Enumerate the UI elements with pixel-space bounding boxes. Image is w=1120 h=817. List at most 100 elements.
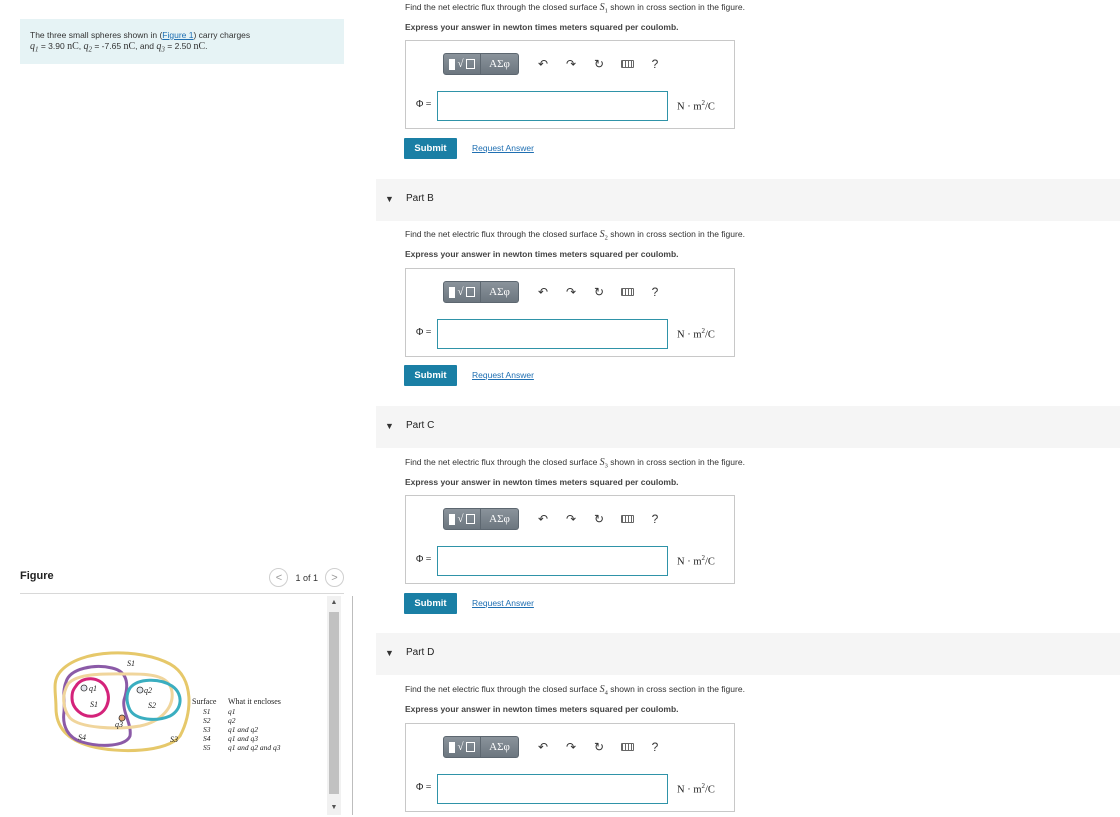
part-d-question: Find the net electric flux through the c… xyxy=(405,684,745,697)
part-b-submit-button[interactable]: Submit xyxy=(404,365,457,386)
greek-symbols-button[interactable]: ΑΣφ xyxy=(481,508,519,530)
figure-link[interactable]: Figure 1 xyxy=(162,30,193,40)
unit-label: N · m2/C xyxy=(677,554,715,568)
phi-label: Φ = xyxy=(416,99,432,110)
problem-line-1: The three small spheres shown in (Figure… xyxy=(30,30,251,40)
keyboard-icon[interactable] xyxy=(613,281,641,303)
part-a-request-answer-link[interactable]: Request Answer xyxy=(472,143,534,153)
part-b-request-answer-link[interactable]: Request Answer xyxy=(472,370,534,380)
unit-label: N · m2/C xyxy=(677,782,715,796)
part-c-submit-button[interactable]: Submit xyxy=(404,593,457,614)
next-figure-button[interactable]: > xyxy=(325,568,344,587)
part-d-answer-box: √ ΑΣφ ↶ ↷ ↻ ? Φ = N · m2/C xyxy=(405,723,735,812)
part-a-submit-button[interactable]: Submit xyxy=(404,138,457,159)
square-icon xyxy=(465,514,475,524)
table-row-encloses: q1 xyxy=(228,707,236,716)
redo-icon[interactable]: ↷ xyxy=(557,736,585,758)
redo-icon[interactable]: ↷ xyxy=(557,508,585,530)
label-s1: S1 xyxy=(90,700,98,709)
part-c-answer-input[interactable] xyxy=(437,546,668,576)
redo-icon[interactable]: ↷ xyxy=(557,53,585,75)
part-c-header[interactable]: ▼ Part C xyxy=(376,406,1120,448)
keyboard-icon[interactable] xyxy=(613,508,641,530)
help-icon[interactable]: ? xyxy=(641,281,669,303)
charge-q2 xyxy=(136,686,144,694)
part-b-question: Find the net electric flux through the c… xyxy=(405,229,745,242)
keyboard-icon[interactable] xyxy=(613,736,641,758)
part-c-question: Find the net electric flux through the c… xyxy=(405,457,745,470)
label-s2: S2 xyxy=(148,701,156,710)
part-c-instructions: Express your answer in newton times mete… xyxy=(405,477,679,487)
table-row-surface: S1 xyxy=(203,707,211,716)
keyboard-icon[interactable] xyxy=(613,53,641,75)
part-a-instructions: Express your answer in newton times mete… xyxy=(405,22,679,32)
figure-scrollbar[interactable]: ▲ ▼ xyxy=(327,596,341,815)
math-toolbar: √ ΑΣφ ↶ ↷ ↻ ? xyxy=(443,281,669,303)
table-row-surface: S2 xyxy=(203,716,211,725)
part-c-title: Part C xyxy=(406,420,435,431)
gauss-surfaces-diagram: q1 q2 q3 S1 S1 S2 S3 S4 Surface What it … xyxy=(53,651,281,753)
prev-figure-button[interactable]: < xyxy=(269,568,289,587)
square-icon xyxy=(465,287,475,297)
greek-symbols-button[interactable]: ΑΣφ xyxy=(481,281,519,303)
label-s1-top: S1 xyxy=(127,659,135,668)
collapse-caret-icon[interactable]: ▼ xyxy=(385,421,394,431)
table-header-surface: Surface xyxy=(192,697,217,706)
scroll-thumb[interactable] xyxy=(329,612,339,794)
table-row-surface: S5 xyxy=(203,743,211,752)
part-d-header[interactable]: ▼ Part D xyxy=(376,633,1120,675)
scroll-up-arrow-icon[interactable]: ▲ xyxy=(327,596,341,610)
templates-button[interactable]: √ xyxy=(443,736,481,758)
label-q3: q3 xyxy=(115,720,123,729)
reset-icon[interactable]: ↻ xyxy=(585,736,613,758)
templates-button[interactable]: √ xyxy=(443,508,481,530)
part-a-question: Find the net electric flux through the c… xyxy=(405,2,745,15)
redo-icon[interactable]: ↷ xyxy=(557,281,585,303)
collapse-caret-icon[interactable]: ▼ xyxy=(385,194,394,204)
templates-button[interactable]: √ xyxy=(443,53,481,75)
block-icon xyxy=(449,741,456,753)
part-a-answer-input[interactable] xyxy=(437,91,668,121)
part-c-request-answer-link[interactable]: Request Answer xyxy=(472,598,534,608)
part-d-instructions: Express your answer in newton times mete… xyxy=(405,704,679,714)
table-row-surface: S3 xyxy=(203,725,211,734)
phi-label: Φ = xyxy=(416,782,432,793)
phi-label: Φ = xyxy=(416,554,432,565)
unit-label: N · m2/C xyxy=(677,327,715,341)
reset-icon[interactable]: ↻ xyxy=(585,53,613,75)
part-b-header[interactable]: ▼ Part B xyxy=(376,179,1120,221)
math-toolbar: √ ΑΣφ ↶ ↷ ↻ ? xyxy=(443,508,669,530)
undo-icon[interactable]: ↶ xyxy=(529,53,557,75)
figure-page-count: 1 of 1 xyxy=(295,572,318,583)
part-c-answer-box: √ ΑΣφ ↶ ↷ ↻ ? Φ = N · m2/C xyxy=(405,495,735,584)
block-icon xyxy=(449,58,456,70)
reset-icon[interactable]: ↻ xyxy=(585,508,613,530)
help-icon[interactable]: ? xyxy=(641,53,669,75)
reset-icon[interactable]: ↻ xyxy=(585,281,613,303)
collapse-caret-icon[interactable]: ▼ xyxy=(385,648,394,658)
square-icon xyxy=(465,742,475,752)
label-q1: q1 xyxy=(89,684,97,693)
help-icon[interactable]: ? xyxy=(641,508,669,530)
part-b-answer-input[interactable] xyxy=(437,319,668,349)
problem-line-2: q1 = 3.90 nC, q2 = -7.65 nC, and q3 = 2.… xyxy=(30,41,208,54)
undo-icon[interactable]: ↶ xyxy=(529,736,557,758)
table-header-encloses: What it encloses xyxy=(228,697,281,706)
math-toolbar: √ ΑΣφ ↶ ↷ ↻ ? xyxy=(443,736,669,758)
undo-icon[interactable]: ↶ xyxy=(529,281,557,303)
part-d-title: Part D xyxy=(406,647,435,658)
label-q2: q2 xyxy=(144,686,152,695)
scroll-down-arrow-icon[interactable]: ▼ xyxy=(327,801,341,815)
table-row-encloses: q1 and q3 xyxy=(228,734,258,743)
greek-symbols-button[interactable]: ΑΣφ xyxy=(481,53,519,75)
undo-icon[interactable]: ↶ xyxy=(529,508,557,530)
label-s4: S4 xyxy=(78,733,86,742)
part-d-answer-input[interactable] xyxy=(437,774,668,804)
greek-symbols-button[interactable]: ΑΣφ xyxy=(481,736,519,758)
part-b-instructions: Express your answer in newton times mete… xyxy=(405,249,679,259)
templates-button[interactable]: √ xyxy=(443,281,481,303)
figure-image: q1 q2 q3 S1 S1 S2 S3 S4 Surface What it … xyxy=(20,596,326,815)
help-icon[interactable]: ? xyxy=(641,736,669,758)
block-icon xyxy=(449,286,456,298)
figure-title: Figure xyxy=(20,570,54,582)
